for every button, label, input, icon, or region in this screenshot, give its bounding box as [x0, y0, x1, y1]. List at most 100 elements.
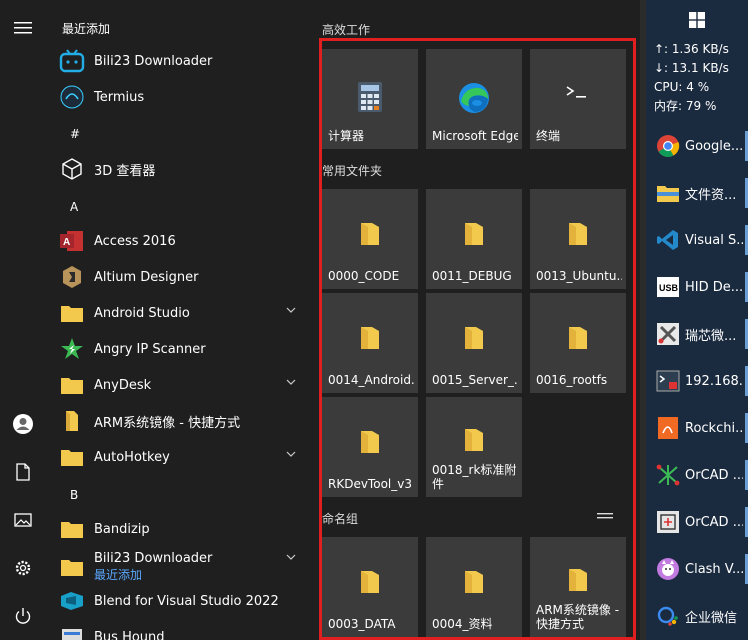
- tile-calculator[interactable]: 计算器: [322, 49, 418, 149]
- power-icon[interactable]: [0, 596, 46, 636]
- tile-microsoft-edge[interactable]: Microsoft Edge: [426, 49, 522, 149]
- tile-label: 0011_DEBUG: [432, 269, 512, 283]
- taskbar-rockchip-tool[interactable]: 瑞芯微...: [646, 311, 748, 357]
- app-label: Android Studio: [94, 305, 190, 321]
- app-anydesk[interactable]: AnyDesk: [58, 367, 306, 403]
- tile-folder-0003-data[interactable]: 0003_DATA: [322, 537, 418, 637]
- user-avatar-icon[interactable]: [0, 404, 46, 444]
- taskbar-orcad-1[interactable]: OrCAD ...: [646, 452, 748, 498]
- taskbar-hid-device[interactable]: USB HID De...: [646, 264, 748, 310]
- orcad-capture-icon: [655, 509, 681, 535]
- access-icon: A: [58, 227, 86, 255]
- tile-folder-0016-rootfs[interactable]: 0016_rootfs: [530, 293, 626, 393]
- angry-ip-icon: [58, 335, 86, 363]
- app-label: Access 2016: [94, 233, 176, 249]
- taskbar-orcad-2[interactable]: OrCAD ...: [646, 499, 748, 545]
- windows-start-icon[interactable]: [646, 0, 748, 40]
- app-bandizip[interactable]: Bandizip: [58, 511, 306, 547]
- app-altium-designer[interactable]: Altium Designer: [58, 259, 306, 295]
- chrome-icon: [655, 133, 681, 159]
- settings-gear-icon[interactable]: [0, 548, 46, 588]
- folder-icon: [58, 553, 86, 581]
- folder-icon: [530, 221, 626, 247]
- hamburger-menu-icon[interactable]: [0, 8, 46, 48]
- app-autohotkey[interactable]: AutoHotkey: [58, 439, 306, 475]
- pdf-icon: [655, 415, 681, 441]
- app-access-2016[interactable]: A Access 2016: [58, 223, 306, 259]
- letter-header-b[interactable]: B: [70, 488, 78, 502]
- chevron-down-icon[interactable]: [286, 306, 296, 314]
- tile-folder-0015-server[interactable]: 0015_Server_...: [426, 293, 522, 393]
- bili-tv-icon: [58, 47, 86, 75]
- chevron-down-icon[interactable]: [286, 553, 296, 561]
- tile-arm-image-shortcut[interactable]: ARM系统镜像 - 快捷方式: [530, 537, 626, 637]
- tile-label: 0000_CODE: [328, 269, 400, 283]
- cpu-usage: CPU: 4 %: [654, 80, 710, 94]
- tile-terminal[interactable]: 终端: [530, 49, 626, 149]
- tile-folder-0000-code[interactable]: 0000_CODE: [322, 189, 418, 289]
- taskbar-file-explorer[interactable]: 文件资...: [646, 170, 748, 216]
- taskbar-clash-verge[interactable]: Clash V...: [646, 546, 748, 592]
- app-bus-hound[interactable]: Bus Hound: [58, 619, 306, 640]
- tile-group-header-productivity[interactable]: 高效工作: [322, 21, 370, 38]
- taskbar-rockchip-pdf[interactable]: Rockchi...: [646, 405, 748, 451]
- bus-hound-icon: [58, 623, 86, 640]
- system-monitor: ↑: 1.36 KB/s ↓: 13.1 KB/s CPU: 4 % 内存: 7…: [654, 40, 729, 116]
- orcad-icon: [655, 462, 681, 488]
- taskbar-label: Visual S...: [685, 232, 743, 248]
- tile-folder-0014-android[interactable]: 0014_Android...: [322, 293, 418, 393]
- documents-icon[interactable]: [0, 452, 46, 492]
- termius-icon: [58, 83, 86, 111]
- app-label: AutoHotkey: [94, 449, 170, 465]
- tile-label: 计算器: [328, 129, 365, 143]
- folder-shortcut-icon: [530, 567, 626, 593]
- letter-header-hash[interactable]: #: [70, 127, 80, 141]
- taskbar-remote-terminal[interactable]: 192.168...: [646, 358, 748, 404]
- tile-label: 0018_rk标准附件: [432, 463, 517, 491]
- tile-folder-rkdevtool[interactable]: RKDevTool_v3: [322, 397, 418, 497]
- calculator-icon: [322, 81, 418, 113]
- tile-label: 终端: [536, 129, 561, 143]
- taskbar-label: 192.168...: [685, 373, 743, 389]
- folder-icon: [322, 569, 418, 595]
- app-3d-viewer[interactable]: 3D 查看器: [58, 151, 306, 187]
- app-list: 最近添加 Bili23 Downloader Termius # 3D 查看器 …: [46, 0, 308, 640]
- tile-label: 0003_DATA: [328, 617, 396, 631]
- taskbar: ↑: 1.36 KB/s ↓: 13.1 KB/s CPU: 4 % 内存: 7…: [646, 0, 748, 640]
- tile-folder-0011-debug[interactable]: 0011_DEBUG: [426, 189, 522, 289]
- app-blend-vs2022[interactable]: Blend for Visual Studio 2022: [58, 583, 306, 619]
- app-termius[interactable]: Termius: [58, 79, 306, 115]
- app-android-studio[interactable]: Android Studio: [58, 295, 306, 331]
- folder-icon: [322, 429, 418, 455]
- tile-group-header-folders[interactable]: 常用文件夹: [322, 162, 382, 179]
- app-angry-ip-scanner[interactable]: Angry IP Scanner: [58, 331, 306, 367]
- tile-folder-0018-rk[interactable]: 0018_rk标准附件: [426, 397, 522, 497]
- app-label: Angry IP Scanner: [94, 341, 206, 357]
- chevron-down-icon[interactable]: [286, 450, 296, 458]
- clash-cat-icon: [655, 556, 681, 582]
- folder-icon: [426, 569, 522, 595]
- wecom-icon: [655, 603, 681, 629]
- group-drag-handle-icon[interactable]: [597, 513, 613, 519]
- tile-folder-0013-ubuntu[interactable]: 0013_Ubuntu...: [530, 189, 626, 289]
- taskbar-google-chrome[interactable]: Google...: [646, 123, 748, 169]
- taskbar-wecom[interactable]: 企业微信: [646, 593, 748, 639]
- app-arm-image-shortcut[interactable]: ARM系统镜像 - 快捷方式: [58, 403, 306, 439]
- folder-icon: [426, 221, 522, 247]
- pictures-icon[interactable]: [0, 500, 46, 540]
- chevron-down-icon[interactable]: [286, 378, 296, 386]
- tile-label: Microsoft Edge: [432, 129, 518, 143]
- taskbar-visual-studio-code[interactable]: Visual S...: [646, 217, 748, 263]
- tile-group-header-named[interactable]: 命名组: [322, 510, 358, 527]
- tile-folder-0004-materials[interactable]: 0004_资料: [426, 537, 522, 637]
- folder-icon: [58, 371, 86, 399]
- svg-text:A: A: [63, 237, 70, 248]
- terminal-icon: [530, 81, 626, 105]
- tile-label: 0015_Server_...: [432, 373, 518, 387]
- app-bili23-downloader[interactable]: Bili23 Downloader: [58, 43, 306, 79]
- letter-header-a[interactable]: A: [70, 200, 78, 214]
- app-label: Altium Designer: [94, 269, 199, 285]
- app-bili23-downloader-folder[interactable]: Bili23 Downloader 最近添加: [58, 547, 306, 587]
- recent-header: 最近添加: [62, 22, 111, 36]
- app-label: 3D 查看器: [94, 163, 156, 179]
